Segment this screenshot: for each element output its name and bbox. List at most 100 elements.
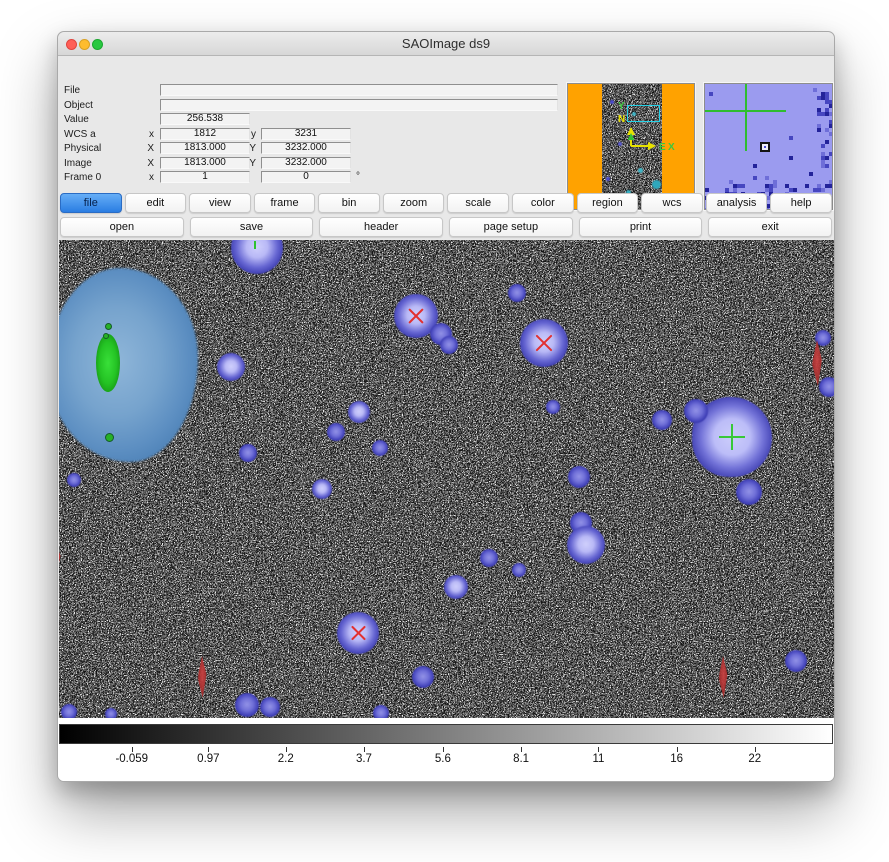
magnifier-noise-pixel <box>829 124 833 128</box>
magnifier[interactable] <box>704 83 833 210</box>
panner[interactable]: Y N E X <box>567 83 695 210</box>
magnifier-noise-pixel <box>829 132 833 136</box>
star-blob <box>217 353 245 381</box>
magnifier-noise-pixel <box>705 188 709 192</box>
info-label: Physical <box>64 142 101 155</box>
menu-button-bin[interactable]: bin <box>318 193 380 213</box>
magnifier-noise-pixel <box>829 184 833 188</box>
compass-label-y: Y <box>618 101 625 112</box>
star-blob <box>568 466 590 488</box>
colorbar-tick <box>598 747 599 752</box>
star-blob <box>239 444 257 462</box>
colorbar-tick-label: 22 <box>748 753 761 765</box>
info-sublabel-2: y <box>230 128 256 141</box>
info-field-file[interactable] <box>160 84 558 96</box>
saturated-core-green <box>96 334 120 392</box>
info-label: File <box>64 84 80 97</box>
magnifier-noise-pixel <box>773 184 777 188</box>
star-blob <box>480 549 498 567</box>
colorbar-tick-label: 11 <box>592 753 604 765</box>
x-region-marker[interactable] <box>533 332 555 354</box>
menu-button-zoom[interactable]: zoom <box>383 193 445 213</box>
menu-button-save[interactable]: save <box>190 217 314 237</box>
magnifier-noise-pixel <box>825 156 829 160</box>
magnifier-pixel-cursor <box>760 142 770 152</box>
info-panel: FileObjectValue256.538WCS ax1812y3231Phy… <box>58 56 834 192</box>
x-region-marker[interactable] <box>406 306 426 326</box>
magnifier-noise-pixel <box>793 188 797 192</box>
menu-button-analysis[interactable]: analysis <box>706 193 768 213</box>
magnifier-noise-pixel <box>805 184 809 188</box>
colorbar-tick <box>677 747 678 752</box>
menu-button-open[interactable]: open <box>60 217 184 237</box>
menu-button-wcs[interactable]: wcs <box>641 193 703 213</box>
magnifier-noise-pixel <box>825 140 829 144</box>
star-blob <box>736 479 762 505</box>
info-field-2[interactable]: 3232.000 <box>261 142 351 154</box>
star-blob <box>412 666 434 688</box>
menu-row-1: fileeditviewframebinzoomscalecolorregion… <box>60 193 832 214</box>
star-blob <box>567 526 605 564</box>
magnifier-noise-pixel <box>817 128 821 132</box>
menu-button-header[interactable]: header <box>319 217 443 237</box>
menu-row-2: open saveheader page setup printexit <box>60 217 832 238</box>
info-field-value[interactable]: 256.538 <box>160 113 250 125</box>
panner-compass: Y N E X <box>568 84 695 210</box>
info-field-2[interactable]: 0 <box>261 171 351 183</box>
crosshair-marker[interactable] <box>719 424 745 450</box>
star-blob <box>785 650 807 672</box>
x-region-marker[interactable] <box>349 624 368 643</box>
image-display[interactable] <box>59 240 835 718</box>
menu-button-exit[interactable]: exit <box>708 217 832 237</box>
menu-button-print[interactable]: print <box>579 217 703 237</box>
info-sublabel-1: x <box>128 171 154 184</box>
magnifier-noise-pixel <box>821 188 825 192</box>
colorbar-tick-label: 16 <box>670 753 683 765</box>
star-blob <box>444 575 468 599</box>
compass-label-n: N <box>618 114 625 125</box>
colorbar-tick <box>521 747 522 752</box>
colorbar-ticks: -0.0590.972.23.75.68.1111622 <box>59 745 833 779</box>
star-blob <box>348 401 370 423</box>
star-blob <box>684 399 708 423</box>
colorbar-tick <box>286 747 287 752</box>
info-field-1[interactable]: 1 <box>160 171 250 183</box>
colorbar-tick-label: 0.97 <box>197 753 219 765</box>
colorbar-tick <box>208 747 209 752</box>
colorbar-tick-label: 5.6 <box>435 753 451 765</box>
menu-button-help[interactable]: help <box>770 193 832 213</box>
magnifier-crosshair-vertical <box>745 84 747 151</box>
magnifier-noise-pixel <box>829 104 833 108</box>
compass-label-x: X <box>668 142 675 153</box>
titlebar[interactable]: SAOImage ds9 <box>58 32 834 56</box>
saturated-region <box>59 268 198 462</box>
menu-button-color[interactable]: color <box>512 193 574 213</box>
menu-button-scale[interactable]: scale <box>447 193 509 213</box>
menu-button-page-setup[interactable]: page setup <box>449 217 573 237</box>
colorbar-gradient[interactable] <box>59 724 833 744</box>
info-field-object[interactable] <box>160 99 558 111</box>
info-label: Value <box>64 113 89 126</box>
magnifier-noise-pixel <box>741 184 745 188</box>
colorbar-tick-label: 8.1 <box>513 753 529 765</box>
menu-button-region[interactable]: region <box>577 193 639 213</box>
star-blob <box>508 284 526 302</box>
info-label: Frame 0 <box>64 171 101 184</box>
star-blob <box>512 563 526 577</box>
star-blob <box>372 440 388 456</box>
menu-button-view[interactable]: view <box>189 193 251 213</box>
magnifier-noise-pixel <box>829 152 833 156</box>
menu-button-file[interactable]: file <box>60 193 122 213</box>
star-blob <box>546 400 560 414</box>
menu-button-frame[interactable]: frame <box>254 193 316 213</box>
info-field-2[interactable]: 3231 <box>261 128 351 140</box>
star-blob <box>652 410 672 430</box>
green-tick-marker <box>254 241 256 249</box>
menu-button-edit[interactable]: edit <box>125 193 187 213</box>
window-title: SAOImage ds9 <box>58 32 834 56</box>
magnifier-noise-pixel <box>789 156 793 160</box>
info-field-2[interactable]: 3232.000 <box>261 157 351 169</box>
magnifier-noise-pixel <box>825 164 829 168</box>
magnifier-noise-pixel <box>765 176 769 180</box>
star-blob <box>327 423 345 441</box>
